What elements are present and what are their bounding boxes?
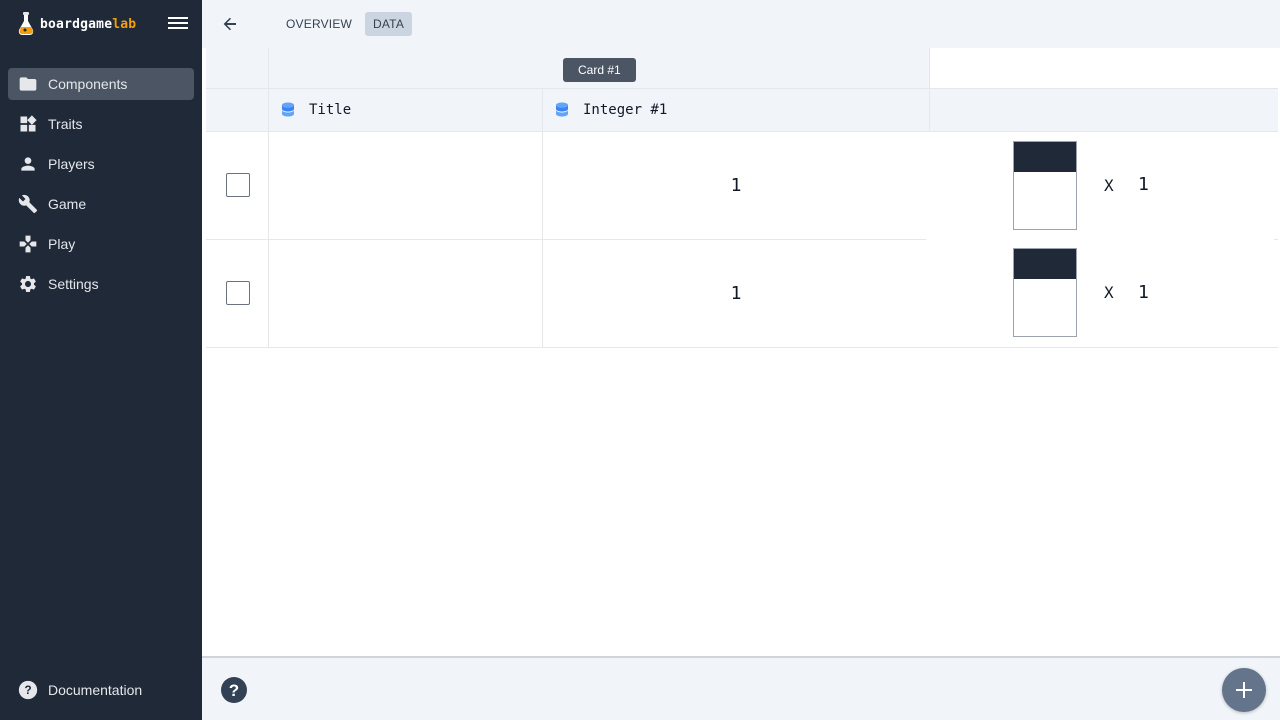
gear-icon <box>18 274 38 294</box>
multiplier-label: X <box>1104 176 1114 195</box>
title-cell[interactable] <box>269 132 543 239</box>
sidebar-item-traits[interactable]: Traits <box>8 108 194 140</box>
card-thumbnail[interactable] <box>1013 141 1077 230</box>
flask-logo-icon <box>18 12 34 35</box>
gamepad-icon <box>18 234 38 254</box>
sidebar-item-players[interactable]: Players <box>8 148 194 180</box>
select-cell <box>206 240 269 347</box>
integer-value: 1 <box>730 175 742 196</box>
top-bar: OVERVIEW DATA <box>202 0 1280 48</box>
database-icon <box>282 102 294 117</box>
card-preview-row: X 1 <box>926 132 1274 240</box>
column-label: Title <box>309 102 352 118</box>
component-group-badge[interactable]: Card #1 <box>563 58 636 82</box>
quantity-value[interactable]: 1 <box>1138 174 1149 195</box>
sidebar-item-game[interactable]: Game <box>8 188 194 220</box>
sidebar-item-label: Components <box>48 76 128 92</box>
sidebar-item-label: Settings <box>48 276 99 292</box>
plus-icon <box>1236 682 1252 698</box>
help-circle-icon: ? <box>18 680 38 700</box>
sidebar: boardgamelab Components Traits Players G… <box>0 0 202 720</box>
column-header-integer[interactable]: Integer #1 <box>543 89 930 131</box>
brand-name: boardgamelab <box>40 16 137 32</box>
sidebar-item-label: Play <box>48 236 76 252</box>
tab-overview[interactable]: OVERVIEW <box>278 12 360 36</box>
add-component-button[interactable] <box>1222 668 1266 712</box>
arrow-back-icon[interactable] <box>222 14 238 34</box>
documentation-link[interactable]: ? Documentation <box>18 680 142 700</box>
widgets-icon <box>18 114 38 134</box>
sidebar-item-label: Players <box>48 156 95 172</box>
sidebar-item-settings[interactable]: Settings <box>8 268 194 300</box>
hamburger-menu-icon[interactable] <box>166 14 190 34</box>
sidebar-item-components[interactable]: Components <box>8 68 194 100</box>
row-checkbox[interactable] <box>226 281 250 305</box>
sidebar-item-play[interactable]: Play <box>8 228 194 260</box>
card-thumbnail[interactable] <box>1013 248 1077 337</box>
column-label: Integer #1 <box>583 102 668 118</box>
group-header-row: Card #1 <box>206 48 1278 89</box>
column-header-row: Title Integer #1 <box>206 89 1278 132</box>
integer-cell[interactable]: 1 <box>543 132 930 239</box>
preview-column-header <box>930 89 1278 131</box>
documentation-label: Documentation <box>48 682 143 698</box>
column-header-title[interactable]: Title <box>269 89 543 131</box>
brand-logo[interactable]: boardgamelab <box>16 10 136 38</box>
group-header-cell: Card #1 <box>269 48 930 88</box>
multiplier-label: X <box>1104 283 1114 302</box>
bottom-bar: ? <box>202 656 1280 720</box>
card-preview-column: X 1 X 1 <box>926 132 1274 348</box>
help-icon[interactable]: ? <box>220 676 248 704</box>
sidebar-item-label: Traits <box>48 116 83 132</box>
integer-value: 1 <box>730 283 742 304</box>
quantity-value[interactable]: 1 <box>1138 282 1149 303</box>
integer-cell[interactable]: 1 <box>543 240 930 347</box>
select-cell <box>206 132 269 239</box>
row-checkbox[interactable] <box>226 173 250 197</box>
preview-header-cell <box>930 48 1278 88</box>
title-cell[interactable] <box>269 240 543 347</box>
wrench-icon <box>18 194 38 214</box>
sidebar-item-label: Game <box>48 196 87 212</box>
data-table: Card #1 Title Integer #1 1 1 X 1 X 1 <box>202 48 1280 656</box>
svg-text:?: ? <box>24 684 31 697</box>
corner-cell <box>206 48 269 88</box>
person-icon <box>18 154 38 174</box>
sidebar-nav: Components Traits Players Game Play Sett… <box>8 68 194 308</box>
select-header-cell <box>206 89 269 131</box>
database-icon <box>556 102 568 117</box>
tab-data[interactable]: DATA <box>365 12 413 36</box>
card-preview-row: X 1 <box>926 240 1274 348</box>
svg-text:?: ? <box>229 681 239 700</box>
folder-icon <box>18 74 38 94</box>
